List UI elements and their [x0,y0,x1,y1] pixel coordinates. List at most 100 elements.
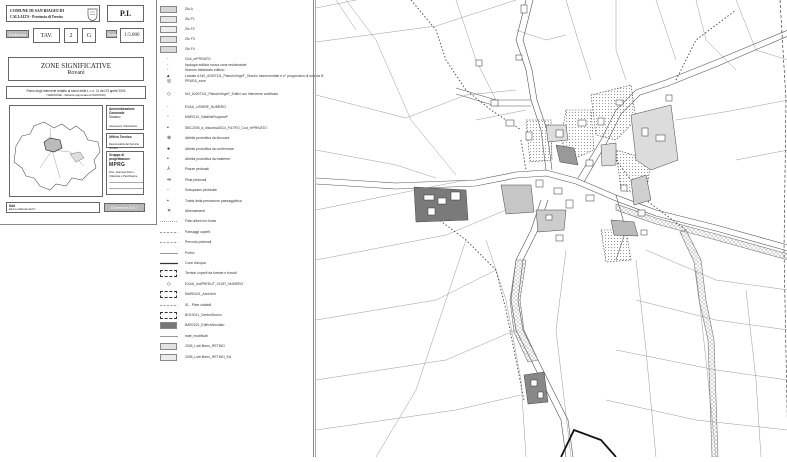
legend-label: BO10011_CentroStorico [185,313,222,317]
legend-swatch [160,16,177,23]
legend-swatch [160,353,177,361]
legend-label: Numero fabbricato edificio [185,68,225,72]
legend-label: MARO10_ViabilitaProgramP [185,115,228,120]
legend-label: EXAU_USIHRE_NUMERO [185,105,226,109]
legend-label: Attività produttiva da confermare [185,146,234,151]
legend-item: Corsi d'acqua [158,260,314,268]
legend-label: Zto F1 [185,17,195,21]
legend-swatch [160,6,177,13]
legend-swatch [160,270,177,278]
legend-symbol-icon: ◦ [167,187,169,194]
legend-label: Portici [185,250,195,255]
legend-item: Zto F3 [158,36,314,44]
legend-label: 01 - Piste ciclabili [185,302,212,307]
legend-label: Paesaggi coperti [185,229,211,234]
office-box: Ufficio Tecnico Responsabile del Servizi… [106,133,144,150]
zone-title-box: ZONE SIGNIFICATIVE Rovarè [8,57,144,81]
legend-swatch [160,343,177,351]
legend-symbol-icon: ▫ [167,114,169,121]
legend-label: tipologia edilizia nuova zona residenzia… [185,62,247,67]
legend-label: MARD021_AreeUnit [185,292,216,297]
tav-number: 2 [64,28,78,43]
scale-label: Scala [106,30,118,38]
office-header: Ufficio Tecnico [109,135,132,139]
legend-item: ▪ Tutela della percezione paesaggistica [158,198,314,206]
legend-item: Filari alberi e/o fosse [158,218,314,226]
legend-line-icon [160,252,178,254]
legend-label: hate_modificati [185,333,208,338]
legend-item: ▪ SBC2005_a_discinbui2014_FILTRO_Cod_rePR… [158,125,314,133]
legend-item: Zto A [158,6,314,14]
legend-label: Zto F4 [185,47,195,51]
signature-line [109,188,143,189]
legend-label: 2005_Lotti libero_RETINO_EA [185,354,232,359]
legend-label: Sottopasso pedonale [185,188,217,193]
locator-outline [13,121,101,191]
legend-symbol-icon: ◎ [167,78,172,84]
doc-subtitle: Elenco elaborati del P.I. [9,208,37,211]
legend-line-icon [160,231,178,233]
admin-sindaco: Sindaco [109,115,121,119]
tav-letter: G [82,28,96,43]
legend-label: Latoato A NO_d2007111_PianoInVegeF_Vinco… [185,73,324,78]
map-canvas [315,0,787,458]
legend-item: ▫ MARO10_ViabilitaProgramP [158,114,314,122]
legend-item: 01 - Piste ciclabili [158,302,314,310]
legend-item: BO10011_CentroStorico [158,312,314,320]
signature-line [109,182,143,183]
design-firm-logo: MPRG [109,162,126,168]
legend-item: 2005_Lotti libero_RETINO_EA [158,353,314,362]
elaborato-label: Elaborato [6,30,29,38]
legend-swatch [160,46,177,53]
design-names: Pian. Gianluca Ramo - Urbanista e Pianif… [109,171,138,178]
legend-item: Zto F1 [158,16,314,24]
legend-item: 2005_Lotti libero_RETINO [158,343,314,351]
doc-code-box: Ddd Elenco elaborati del P.I. [6,202,100,213]
legend-label: Filari alberi e/o fosse [185,219,217,224]
legend-swatch [160,291,177,299]
legend-symbol-icon: ✕ [167,208,172,214]
legend-line-icon [160,262,178,265]
legend-swatch [160,36,177,43]
legend-label: Piste pedonali [185,177,207,182]
legend-item: ◎ PRUEA_zone [158,78,314,86]
design-box: Gruppo di progettazione MPRG Pian. Gianl… [106,151,144,195]
legend-item: Zto F4 [158,46,314,54]
legend-item: hate_modificati [158,333,314,341]
municipality-name: COMUNE DI SAN BIAGIO DI [10,8,65,13]
legend-label: Zto F2 [185,27,195,31]
legend-item: ◇ EXAU_InaPREDUT_V1187_NUMERO [158,281,314,289]
cadastral-map [315,0,787,458]
legend-item: BAR2021_EdificiVincolato [158,322,314,330]
zone-name: Rovarè [67,70,85,76]
legend-label: Percorsi pedonali [185,240,212,245]
legend-line-icon [160,335,178,337]
legend-item: Territori coperti da foreste e boschi [158,270,314,278]
legend-item: ● Attività produttiva da confermare [158,146,314,154]
legend-item: ⇹ Piste pedonali [158,177,314,185]
legend-line-icon [160,304,178,306]
legend-item: · EXAU_USIHRE_NUMERO [158,104,314,112]
map-edge-line [779,0,787,421]
legend-label: NO_b2007111_PianoInVegeF_Edifici con int… [185,92,279,96]
intervention-line2: (VERSIONE - Variante approvata al 2015/2… [46,93,106,97]
municipality-province: CALLALTA - Provincia di Treviso [10,15,63,19]
admin-box: Amministrazione Comunale Sindaco Assesso… [106,105,144,130]
tav-label: TAV. [33,28,60,43]
legend-symbol-icon: • [167,156,169,162]
legend-label: Piazze pedonali [185,167,209,172]
legend-label: Attività produttiva da bloccare [185,136,230,141]
legend-symbol-icon: ▪ [167,124,169,131]
legend-symbol-icon: ◇ [167,91,171,97]
legend-item: ◇ NO_b2007111_PianoInVegeF_Edifici con in… [158,91,314,99]
zone-title: ZONE SIGNIFICATIVE [40,62,112,70]
legend-label: Tutela della percezione paesaggistica [185,198,242,203]
legend-item: Paesaggi coperti [158,229,314,237]
legend-swatch [160,26,177,33]
cycle-lane [509,203,787,458]
scale-value: 1:5.000 [120,28,144,43]
coat-of-arms-icon [87,8,98,21]
legend-label: Corsi d'acqua [185,261,206,265]
legend-symbol-icon: ⊗ [167,135,172,142]
legend-label: Zto A [185,7,193,11]
